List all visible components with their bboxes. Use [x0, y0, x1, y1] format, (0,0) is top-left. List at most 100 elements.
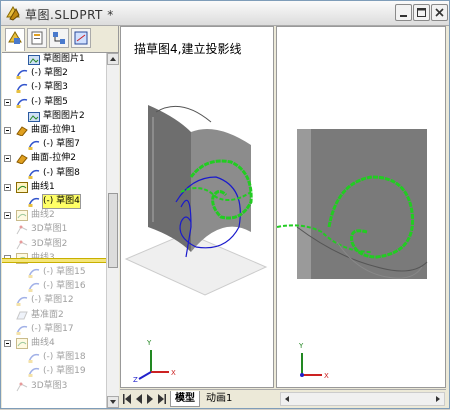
tree-item[interactable]: (-) 草图16	[2, 280, 106, 293]
tree-item[interactable]: (-) 草图12	[2, 294, 106, 307]
tree-item-label: 曲线4	[31, 338, 55, 348]
main-window: 草图.SLDPRT * 草图图片1 (-) 草图2 (-) 草图3(-) 草图5…	[0, 0, 450, 409]
tree-item[interactable]: (-) 草图18	[2, 351, 106, 364]
tree-item[interactable]: (-) 草图19	[2, 365, 106, 378]
scroll-up-button[interactable]	[107, 53, 119, 65]
tree-item[interactable]: 基准面2	[2, 309, 106, 322]
3d-sketch-icon	[16, 225, 28, 235]
panel-tabs	[2, 26, 118, 53]
tree-item[interactable]: 3D草图3	[2, 380, 106, 393]
arrow-right-icon[interactable]	[433, 394, 443, 404]
surface-extrude-icon	[16, 154, 28, 165]
tree-item-label: (-) 草图16	[43, 281, 86, 292]
tree-item[interactable]: (-) 草图17	[2, 323, 106, 336]
sketch-icon	[16, 297, 28, 307]
feature-manager-icon	[8, 31, 22, 44]
window-title: 草图.SLDPRT *	[25, 8, 114, 22]
front-model-view: Y X	[277, 129, 428, 380]
feature-manager-panel: 草图图片1 (-) 草图2 (-) 草图3 (-) 草图5 草图图片2 曲面-拉伸1 (-)…	[2, 26, 119, 408]
svg-text:X: X	[324, 372, 329, 380]
3d-sketch-icon	[16, 240, 28, 249]
svg-text:Y: Y	[146, 339, 152, 347]
horizontal-scrollbar[interactable]	[280, 392, 445, 406]
arrow-up-icon	[110, 57, 116, 61]
graphics-viewport-front[interactable]: Y X	[276, 26, 446, 388]
sketch-icon	[16, 84, 28, 94]
bottom-tab-bar: 模型 动画1	[120, 389, 446, 408]
feature-tree: 草图图片1 (-) 草图2 (-) 草图3 (-) 草图5 草图图片2 曲面-拉伸1 (-)…	[2, 53, 106, 408]
plane-icon	[16, 311, 28, 320]
svg-text:X: X	[171, 369, 176, 377]
tab-dimxpert-manager[interactable]	[71, 28, 91, 48]
tree-item-label: 曲线1	[31, 181, 55, 192]
tree-item[interactable]: 曲线4	[2, 337, 106, 350]
tree-item[interactable]: 曲面-拉伸2	[2, 152, 106, 165]
tree-expander-icon[interactable]	[4, 98, 11, 106]
front-surface-edge	[297, 129, 311, 279]
tree-item-label: (-) 草图12	[31, 295, 74, 306]
prev-tab-icon[interactable]	[133, 392, 144, 405]
tree-item[interactable]: (-) 草图15	[2, 266, 106, 279]
tab-animation[interactable]: 动画1	[202, 391, 236, 406]
tree-item-label: 曲面-拉伸2	[31, 153, 76, 164]
3d-sketch-icon	[16, 382, 28, 391]
triad-icon: Y X Z	[133, 339, 176, 384]
graphics-viewport-isometric[interactable]: 描草图4,建立投影线 Y X Z	[120, 26, 274, 388]
title-bar[interactable]: 草图.SLDPRT *	[1, 1, 449, 26]
tree-item[interactable]: (-) 草图2	[2, 67, 106, 80]
sketch-icon	[28, 197, 40, 207]
tree-scrollbar[interactable]	[106, 53, 119, 408]
rollback-bar[interactable]	[2, 258, 106, 263]
property-manager-icon	[31, 31, 43, 45]
tree-item[interactable]: 曲线2	[2, 209, 106, 222]
curve-icon	[16, 338, 28, 349]
tree-item[interactable]: 曲线1	[2, 181, 106, 194]
tree-item-label: 3D草图1	[31, 224, 68, 235]
tree-item[interactable]: 草图图片2	[2, 110, 106, 123]
tree-item[interactable]: 草图图片1	[2, 53, 106, 66]
curve-icon	[16, 210, 28, 222]
close-icon	[435, 8, 444, 17]
tree-expander-icon[interactable]	[4, 183, 11, 191]
sketch-icon	[28, 268, 40, 278]
tree-item[interactable]: (-) 草图7	[2, 138, 106, 151]
arrow-left-icon[interactable]	[282, 394, 292, 404]
tab-model[interactable]: 模型	[170, 391, 200, 407]
tree-expander-icon[interactable]	[4, 340, 11, 347]
close-button[interactable]	[431, 4, 448, 21]
sketch-picture-icon	[28, 111, 40, 122]
tree-item[interactable]: 3D草图1	[2, 223, 106, 236]
last-tab-icon[interactable]	[155, 392, 166, 405]
tree-item-label: 3D草图2	[31, 238, 68, 249]
svg-text:Y: Y	[298, 342, 304, 350]
dimxpert-icon	[74, 31, 88, 45]
tree-item-label: (-) 草图8	[43, 167, 80, 178]
tree-expander-icon[interactable]	[4, 212, 11, 220]
tree-item-label: (-) 草图15	[43, 267, 86, 277]
tree-item[interactable]: 3D草图2	[2, 238, 106, 251]
tree-expander-icon[interactable]	[4, 127, 11, 134]
tab-configuration-manager[interactable]	[49, 28, 69, 48]
sketch-icon	[16, 98, 28, 108]
tree-item[interactable]: (-) 草图3	[2, 81, 106, 94]
tree-item[interactable]: 曲面-拉伸1	[2, 124, 106, 137]
scroll-thumb[interactable]	[108, 193, 118, 268]
tree-expander-icon[interactable]	[4, 155, 11, 163]
next-tab-icon[interactable]	[144, 392, 155, 405]
tree-item-label: (-) 草图18	[43, 352, 86, 363]
surface-extrude-left	[148, 105, 191, 252]
tree-item-label: (-) 草图5	[31, 96, 68, 107]
tab-property-manager[interactable]	[27, 28, 47, 48]
maximize-button[interactable]	[413, 4, 430, 21]
tab-feature-manager[interactable]	[5, 28, 25, 51]
tree-item-label: (-) 草图3	[31, 82, 68, 93]
tree-item-label: (-) 草图17	[31, 323, 74, 334]
first-tab-icon[interactable]	[122, 392, 133, 405]
tree-item[interactable]: (-) 草图5	[2, 96, 106, 109]
sketch-icon	[28, 354, 40, 364]
tree-item[interactable]: (-) 草图4	[2, 194, 106, 209]
tree-item[interactable]: (-) 草图8	[2, 167, 106, 180]
minimize-button[interactable]	[395, 4, 412, 21]
scroll-down-button[interactable]	[107, 396, 119, 408]
tree-item-label: (-) 草图19	[43, 366, 86, 377]
